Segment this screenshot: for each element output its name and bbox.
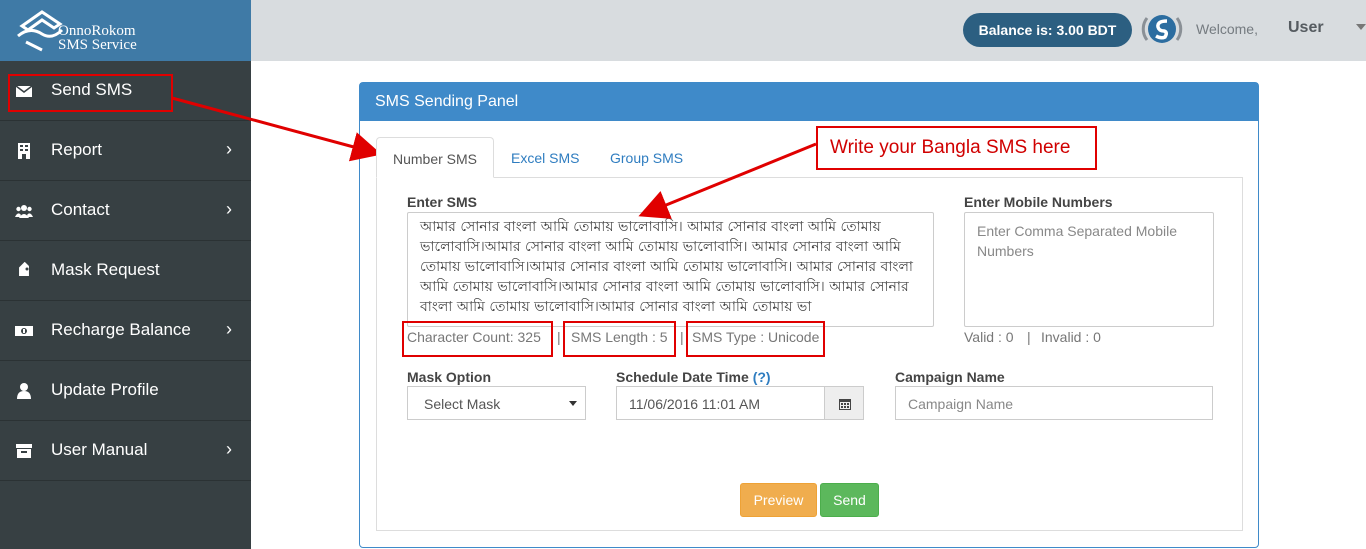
- company-logo-icon: [1141, 15, 1183, 43]
- mask-option-label: Mask Option: [407, 369, 492, 385]
- schedule-datetime-input[interactable]: 11/06/2016 11:01 AM: [616, 386, 825, 420]
- sidebar-nav: Send SMS Report › Contact › Mask Request…: [0, 61, 251, 481]
- brand-name: OnnoRokom SMS Service: [58, 23, 137, 53]
- separator: |: [1027, 329, 1031, 345]
- help-link[interactable]: (?): [753, 369, 771, 385]
- sidebar-item-label: Contact: [51, 200, 110, 219]
- sidebar-item-label: Mask Request: [51, 260, 160, 279]
- sidebar-item-report[interactable]: Report ›: [0, 121, 251, 181]
- brand-header[interactable]: OnnoRokom SMS Service: [0, 0, 251, 61]
- sidebar-item-mask-request[interactable]: Mask Request: [0, 241, 251, 301]
- mobile-numbers-label: Enter Mobile Numbers: [964, 194, 1113, 210]
- caret-down-icon[interactable]: [1356, 24, 1366, 30]
- sidebar-item-label: Update Profile: [51, 380, 159, 399]
- highlight-send-sms: [8, 74, 173, 112]
- chevron-right-icon: ›: [226, 199, 232, 219]
- money-icon: [15, 326, 33, 336]
- chevron-right-icon: ›: [226, 139, 232, 159]
- user-menu[interactable]: User: [1288, 19, 1324, 37]
- tab-group-sms[interactable]: Group SMS: [610, 137, 683, 178]
- archive-icon: [16, 444, 32, 458]
- campaign-name-input[interactable]: Campaign Name: [895, 386, 1213, 420]
- send-button[interactable]: Send: [820, 483, 879, 517]
- separator: |: [680, 329, 684, 345]
- sidebar-item-label: Recharge Balance: [51, 320, 191, 339]
- chevron-right-icon: ›: [226, 439, 232, 459]
- mask-select[interactable]: Select Mask: [407, 386, 586, 420]
- mobile-numbers-textarea[interactable]: Enter Comma Separated Mobile Numbers: [964, 212, 1214, 327]
- user-icon: [17, 383, 31, 399]
- brand-line2: SMS Service: [58, 37, 137, 53]
- users-icon: [15, 205, 33, 218]
- calendar-icon: [839, 399, 851, 410]
- annotation-callout: Write your Bangla SMS here: [816, 126, 1097, 170]
- tag-icon: [19, 262, 29, 276]
- chevron-right-icon: ›: [226, 319, 232, 339]
- schedule-label: Schedule Date Time (?): [616, 369, 771, 385]
- tab-number-sms[interactable]: Number SMS: [376, 137, 494, 178]
- panel-title: SMS Sending Panel: [360, 83, 1258, 121]
- brand-line1: OnnoRokom: [58, 23, 136, 39]
- invalid-count: Invalid : 0: [1041, 329, 1101, 345]
- sidebar-item-label: User Manual: [51, 440, 148, 459]
- sms-sending-panel: SMS Sending Panel Number SMS Excel SMS G…: [359, 82, 1259, 548]
- top-bar: Balance is: 3.00 BDT Welcome, User: [251, 0, 1366, 61]
- sidebar-item-contact[interactable]: Contact ›: [0, 181, 251, 241]
- separator: |: [557, 329, 561, 345]
- highlight-sms-length: [563, 321, 676, 357]
- campaign-name-label: Campaign Name: [895, 369, 1005, 385]
- mask-select-value: Select Mask: [424, 396, 501, 412]
- schedule-label-text: Schedule Date Time: [616, 369, 749, 385]
- building-icon: [18, 143, 30, 159]
- sidebar-item-recharge-balance[interactable]: Recharge Balance ›: [0, 301, 251, 361]
- sidebar-item-label: Report: [51, 140, 103, 159]
- sidebar-item-user-manual[interactable]: User Manual ›: [0, 421, 251, 481]
- sms-textarea[interactable]: আমার সোনার বাংলা আমি তোমায় ভালোবাসি। আম…: [407, 212, 934, 327]
- valid-count: Valid : 0: [964, 329, 1014, 345]
- calendar-button[interactable]: [824, 386, 864, 420]
- balance-badge: Balance is: 3.00 BDT: [963, 13, 1132, 47]
- welcome-text: Welcome,: [1196, 21, 1258, 37]
- enter-sms-label: Enter SMS: [407, 194, 478, 210]
- tab-excel-sms[interactable]: Excel SMS: [511, 137, 579, 178]
- highlight-character-count: [402, 321, 553, 357]
- preview-button[interactable]: Preview: [740, 483, 817, 517]
- caret-down-icon: [569, 401, 577, 406]
- highlight-sms-type: [686, 321, 825, 357]
- sidebar-item-update-profile[interactable]: Update Profile: [0, 361, 251, 421]
